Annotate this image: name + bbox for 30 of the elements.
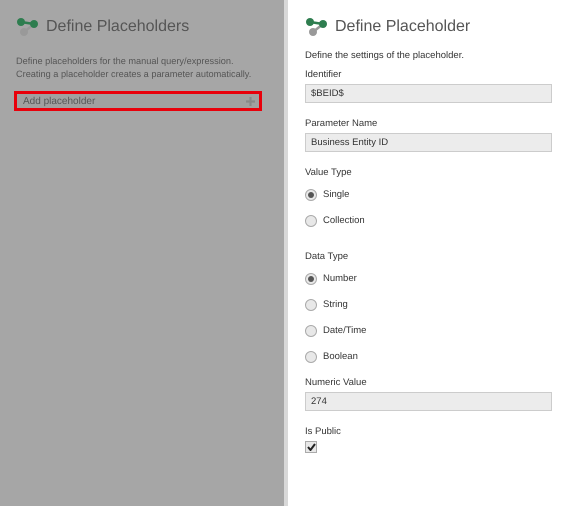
- radio-button[interactable]: [305, 351, 317, 363]
- input-field[interactable]: $BEID$: [305, 84, 552, 103]
- logo-icon: [16, 17, 40, 37]
- radio-button[interactable]: [305, 273, 317, 285]
- radio-label: Boolean: [323, 350, 358, 364]
- field-label: Numeric Value: [305, 376, 368, 389]
- radio-button[interactable]: [305, 189, 317, 201]
- radio-button[interactable]: [305, 215, 317, 227]
- radio-label: Number: [323, 272, 357, 286]
- radio-label: Collection: [323, 214, 365, 228]
- panel-title: Define Placeholder: [335, 17, 470, 37]
- field-label: Parameter Name: [305, 117, 378, 130]
- radio-label: Single: [323, 188, 350, 202]
- panel-title: Define Placeholders: [46, 17, 190, 37]
- input-field[interactable]: 274: [305, 392, 552, 411]
- field-label: Value Type: [305, 166, 353, 179]
- input-field[interactable]: Business Entity ID: [305, 133, 552, 152]
- description-text: Define the settings of the placeholder.: [305, 49, 465, 62]
- description-text: Define placeholders for the manual query/expression.: [16, 55, 235, 68]
- radio-button[interactable]: [305, 325, 317, 337]
- field-label: Identifier: [305, 68, 342, 81]
- plus-icon: [246, 96, 255, 106]
- radio-label: Date/Time: [323, 324, 366, 338]
- description-text: Creating a placeholder creates a parameter automatically.: [16, 68, 252, 81]
- logo-icon: [305, 17, 329, 37]
- checkbox[interactable]: [305, 441, 317, 453]
- radio-button[interactable]: [305, 299, 317, 311]
- field-label: Data Type: [305, 250, 350, 263]
- radio-label: String: [323, 298, 348, 312]
- field-label: Is Public: [305, 425, 342, 438]
